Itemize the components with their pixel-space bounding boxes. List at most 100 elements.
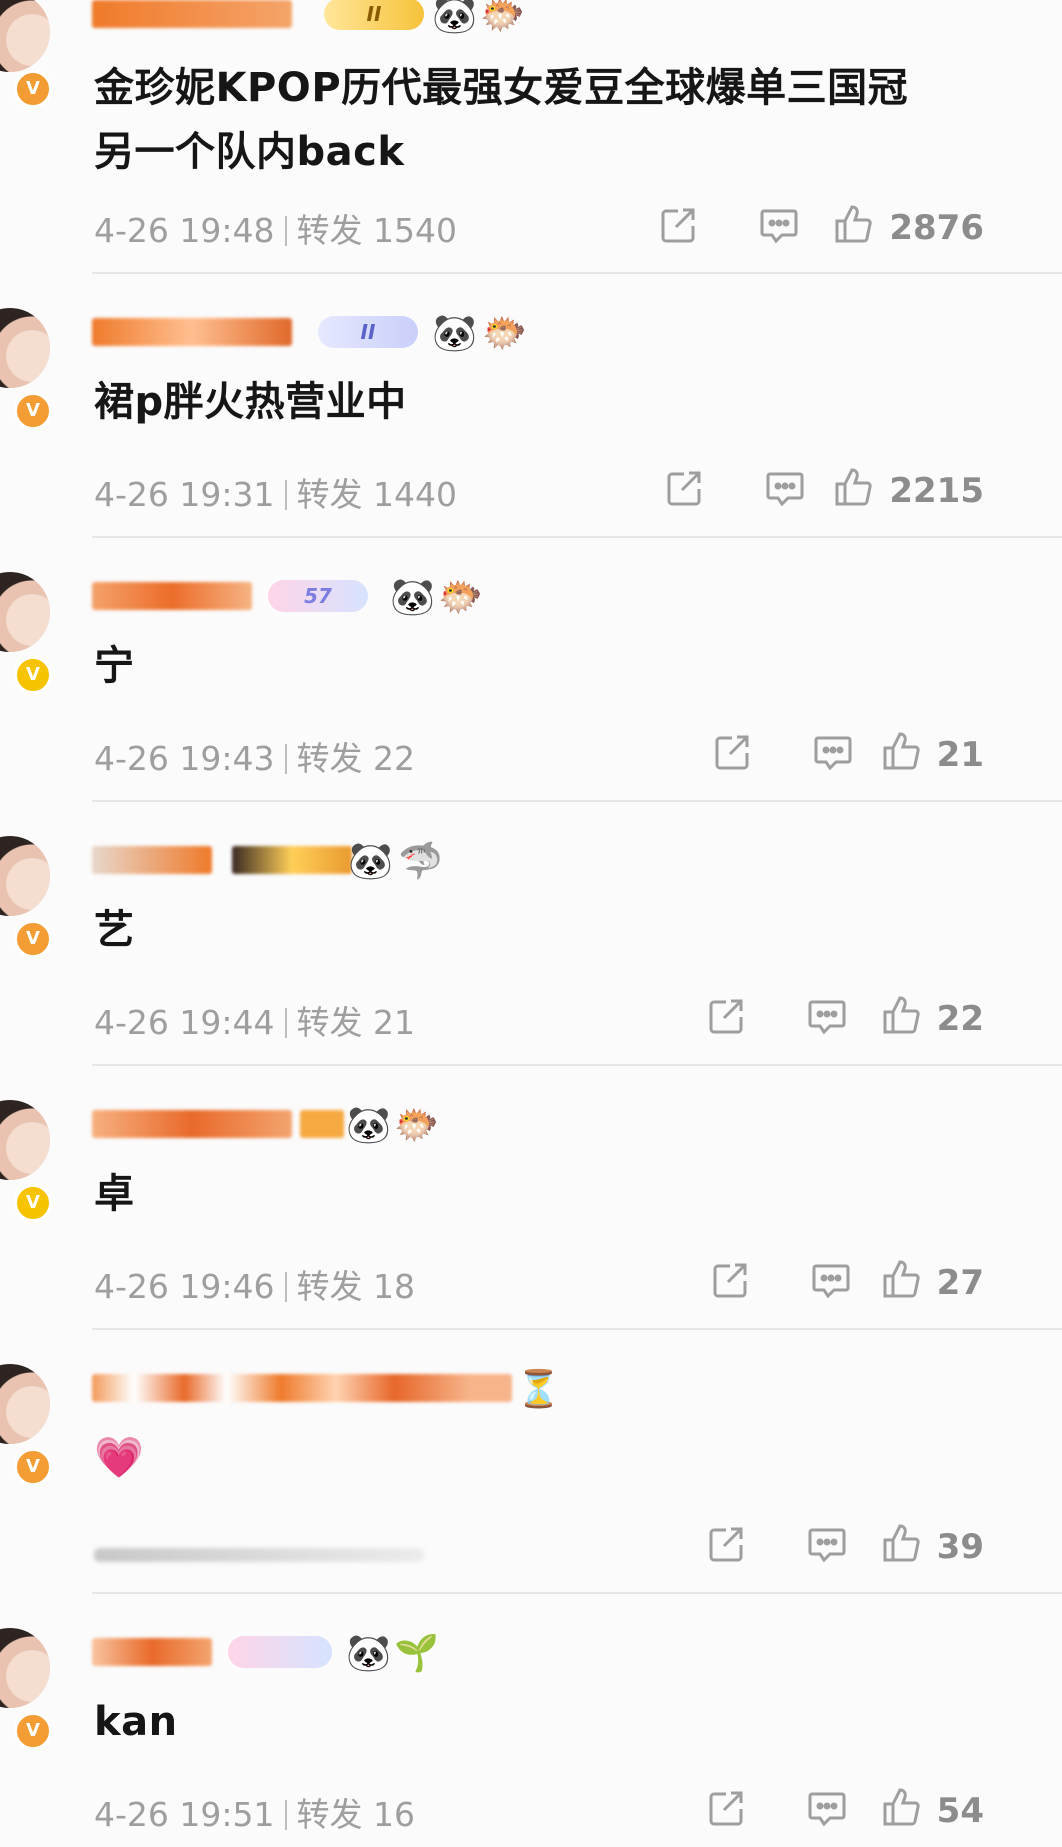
share-icon[interactable]: [706, 996, 746, 1036]
comment-icon[interactable]: [806, 1524, 848, 1566]
fan-level-badge: 57: [268, 580, 368, 612]
share-icon[interactable]: [658, 205, 698, 245]
comment-meta: 4-26 19:46 转发 18: [94, 1260, 415, 1308]
repost-count: 1540: [373, 211, 457, 250]
verified-badge-icon: V: [14, 656, 52, 694]
pufferfish-emoji-icon: 🐡: [394, 1105, 439, 1146]
fan-level-badge: [228, 1636, 332, 1668]
avatar[interactable]: [0, 1628, 50, 1708]
verified-badge-icon: V: [14, 1712, 52, 1750]
fan-level-badge: II: [324, 0, 424, 30]
avatar[interactable]: [0, 1100, 50, 1180]
comment-item: V ⏳ 💗 39: [0, 1330, 1062, 1594]
pufferfish-emoji-icon: 🐡: [480, 0, 525, 36]
repost-label: 转发: [296, 211, 363, 250]
comment-icon[interactable]: [812, 732, 854, 774]
username-blurred[interactable]: 🐼 🌱: [92, 1632, 492, 1678]
like-button[interactable]: 54: [881, 1786, 984, 1831]
thumbs-up-icon: [883, 1788, 920, 1826]
comment-text: 宁: [94, 643, 135, 689]
timestamp: 4-26 19:43: [94, 739, 275, 778]
like-button[interactable]: 2215: [833, 466, 984, 511]
avatar[interactable]: [0, 308, 50, 388]
share-icon[interactable]: [706, 1524, 746, 1564]
timestamp: 4-26 19:31: [94, 475, 275, 514]
shark-emoji-icon: 🦈: [398, 841, 443, 882]
comment-text: 裙p胖火热营业中: [94, 379, 407, 425]
repost-count: 1440: [373, 475, 457, 514]
like-button[interactable]: 21: [881, 730, 984, 775]
avatar[interactable]: [0, 836, 50, 916]
verified-badge-icon: V: [14, 392, 52, 430]
comment-text: 卓: [94, 1171, 135, 1217]
comment-meta: 4-26 19:31 转发 1440: [94, 468, 457, 516]
panda-emoji-icon: 🐼: [432, 313, 477, 354]
like-count: 2876: [889, 208, 984, 248]
share-icon[interactable]: [664, 468, 704, 508]
comment-icon[interactable]: [810, 1260, 852, 1302]
like-count: 21: [936, 735, 984, 775]
comment-text: 💗: [94, 1435, 145, 1481]
comment-icon[interactable]: [758, 205, 800, 247]
thumbs-up-icon: [883, 732, 920, 770]
username-blurred[interactable]: II 🐼 🐡: [92, 312, 532, 358]
verified-badge-icon: V: [14, 1184, 52, 1222]
comment-icon[interactable]: [764, 468, 806, 510]
comment-icon[interactable]: [806, 996, 848, 1038]
share-icon[interactable]: [710, 1260, 750, 1300]
username-blurred[interactable]: 57 🐼 🐡: [92, 576, 512, 622]
repost-label: 转发: [296, 1003, 363, 1042]
comment-item: V 57 🐼 🐡 宁 4-26 19:43 转发 22 21: [0, 538, 1062, 802]
repost-count: 16: [373, 1795, 415, 1834]
thumbs-up-icon: [883, 996, 920, 1034]
repost-label: 转发: [296, 475, 363, 514]
like-button[interactable]: 27: [881, 1258, 984, 1303]
timestamp: 4-26 19:51: [94, 1795, 275, 1834]
timestamp: 4-26 19:46: [94, 1267, 275, 1306]
avatar[interactable]: [0, 0, 50, 72]
repost-label: 转发: [296, 739, 363, 778]
comment-text: 金珍妮KPOP历代最强女爱豆全球爆单三国冠 另一个队内back: [94, 65, 909, 175]
like-count: 54: [936, 1791, 984, 1831]
like-button[interactable]: 22: [881, 994, 984, 1039]
comment-icon[interactable]: [806, 1788, 848, 1830]
pufferfish-emoji-icon: 🐡: [438, 577, 483, 618]
username-blurred[interactable]: II 🐼 🐡: [92, 0, 552, 40]
comment-meta: 4-26 19:48 转发 1540: [94, 204, 457, 252]
comment-text: kan: [94, 1699, 178, 1745]
comment-meta: 4-26 19:51 转发 16: [94, 1788, 415, 1836]
verified-badge-icon: V: [14, 1448, 52, 1486]
comment-meta-blurred: [94, 1548, 424, 1562]
thumbs-up-icon: [835, 468, 873, 506]
username-blurred[interactable]: 🐼 🦈: [92, 840, 492, 886]
username-blurred[interactable]: 🐼 🐡: [92, 1104, 472, 1150]
repost-label: 转发: [296, 1267, 363, 1306]
thumbs-up-icon: [883, 1524, 920, 1562]
thumbs-up-icon: [835, 205, 873, 243]
share-icon[interactable]: [712, 732, 752, 772]
timestamp: 4-26 19:44: [94, 1003, 275, 1042]
avatar[interactable]: [0, 572, 50, 652]
like-button[interactable]: 39: [881, 1522, 984, 1567]
timestamp: 4-26 19:48: [94, 211, 275, 250]
thumbs-up-icon: [883, 1260, 920, 1298]
share-icon[interactable]: [706, 1788, 746, 1828]
panda-emoji-icon: 🐼: [346, 1105, 391, 1146]
avatar[interactable]: [0, 1364, 50, 1444]
comment-text: 艺: [94, 907, 135, 953]
comment-item: V II 🐼 🐡 裙p胖火热营业中 4-26 19:31 转发 1440 2215: [0, 274, 1062, 538]
verified-badge-icon: V: [14, 70, 52, 108]
repost-count: 22: [373, 739, 415, 778]
panda-emoji-icon: 🐼: [346, 1633, 391, 1674]
comment-item: V 🐼 🐡 卓 4-26 19:46 转发 18 27: [0, 1066, 1062, 1330]
panda-emoji-icon: 🐼: [348, 841, 393, 882]
like-count: 2215: [889, 471, 984, 511]
like-count: 22: [936, 999, 984, 1039]
comment-meta: 4-26 19:43 转发 22: [94, 732, 415, 780]
comment-item: V II 🐼 🐡 金珍妮KPOP历代最强女爱豆全球爆单三国冠 另一个队内back…: [0, 0, 1062, 274]
like-button[interactable]: 2876: [833, 203, 984, 248]
like-count: 27: [936, 1263, 984, 1303]
panda-emoji-icon: 🐼: [432, 0, 477, 36]
fan-level-badge: II: [318, 316, 418, 348]
username-blurred[interactable]: ⏳: [92, 1368, 562, 1414]
